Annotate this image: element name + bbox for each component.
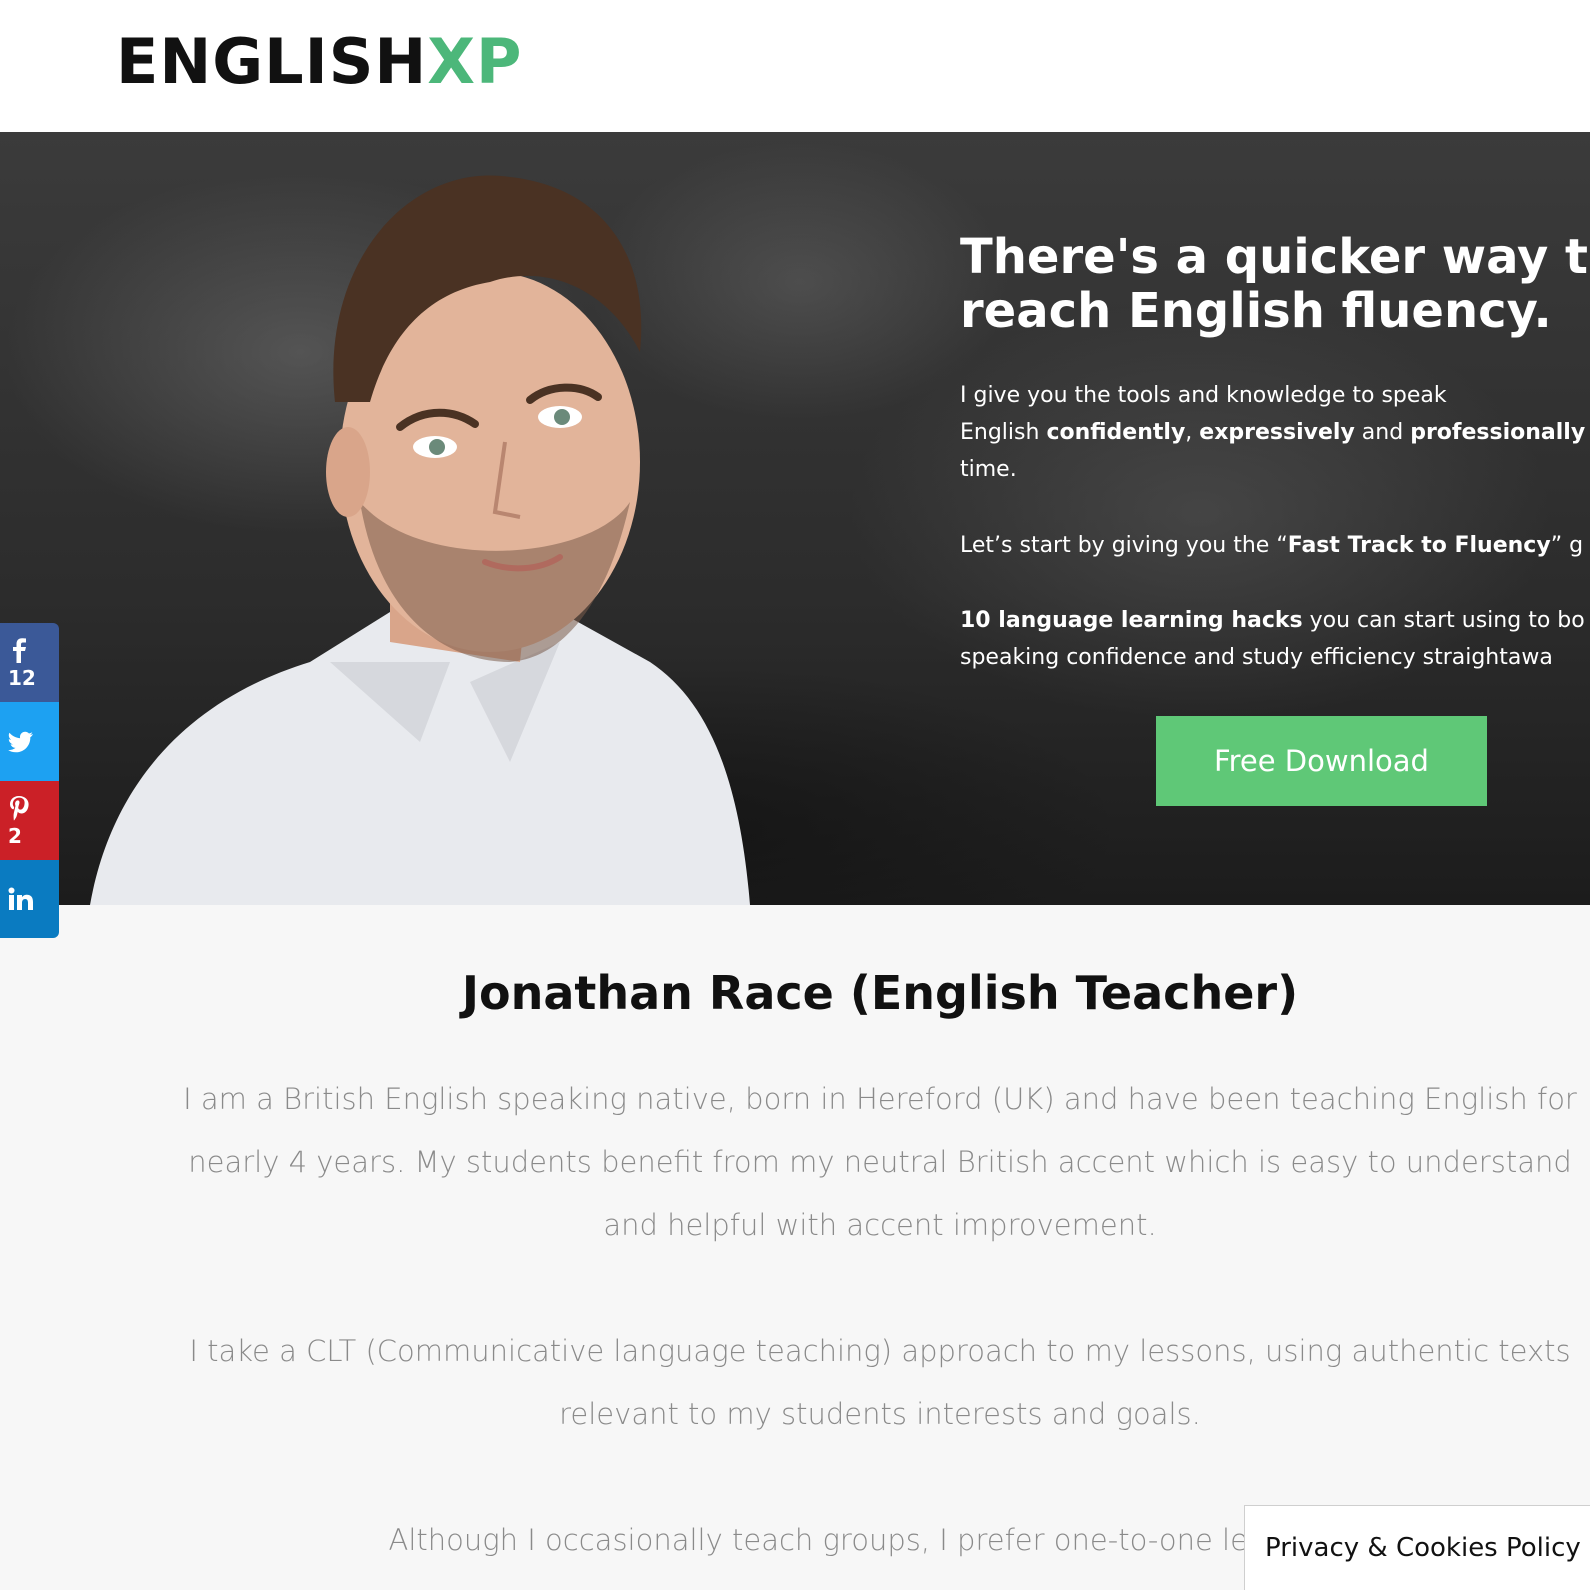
bio-paragraph-1: I am a British English speaking native, … <box>183 1082 1577 1242</box>
logo-text-accent: XP <box>427 25 523 98</box>
facebook-share-button[interactable]: 12 <box>0 623 59 702</box>
emphasis-hacks: 10 language learning hacks <box>960 608 1303 633</box>
emphasis-professionally: professionally <box>1410 420 1586 445</box>
text-segment: ” g <box>1550 533 1584 558</box>
social-share-bar: 12 2 <box>0 623 59 938</box>
hero-intro-line1: I give you the tools and knowledge to sp… <box>960 383 1447 408</box>
text-segment: you can start using to bo <box>1302 608 1585 633</box>
text-segment: , <box>1185 420 1200 445</box>
facebook-share-count: 12 <box>8 665 36 690</box>
twitter-share-button[interactable] <box>0 702 59 781</box>
text-segment: English <box>960 420 1047 445</box>
emphasis-confidently: confidently <box>1046 420 1186 445</box>
privacy-cookies-policy-button[interactable]: Privacy & Cookies Policy <box>1244 1505 1590 1590</box>
hero-headline-line2: reach English fluency. <box>960 283 1552 339</box>
hero-offer-paragraph: Let’s start by giving you the “Fast Trac… <box>960 527 1590 564</box>
text-segment: Let’s start by giving you the “ <box>960 533 1288 558</box>
teacher-portrait <box>90 175 750 905</box>
site-logo[interactable]: ENGLISHXP <box>116 22 523 102</box>
logo-text-main: ENGLISH <box>116 25 428 98</box>
hero-hacks-line1: 10 language learning hacks you can start… <box>960 602 1590 639</box>
hero-intro-line2: English confidently, expressively and pr… <box>960 414 1590 451</box>
facebook-icon <box>13 637 26 663</box>
linkedin-share-button[interactable] <box>0 860 59 938</box>
site-header: ENGLISHXP <box>0 0 1590 132</box>
page: ENGLISHXP There's a quicker way to reach… <box>0 0 1590 1590</box>
hero-hacks-line2: speaking confidence and study efficiency… <box>960 645 1553 670</box>
emphasis-guide-name: Fast Track to Fluency <box>1287 533 1551 558</box>
twitter-icon <box>8 731 33 752</box>
bio-paragraph-2: I take a CLT (Communicative language tea… <box>189 1334 1571 1431</box>
hero-banner: There's a quicker way to reach English f… <box>0 132 1590 905</box>
text-segment: and <box>1354 420 1411 445</box>
pinterest-share-count: 2 <box>8 823 22 848</box>
pinterest-icon <box>10 795 29 820</box>
free-download-button[interactable]: Free Download <box>1156 716 1487 806</box>
teacher-name-heading: Jonathan Race (English Teacher) <box>461 966 1299 1020</box>
hero-hacks-paragraph: 10 language learning hacks you can start… <box>960 602 1590 676</box>
linkedin-icon <box>8 887 33 910</box>
pinterest-share-button[interactable]: 2 <box>0 781 59 860</box>
hero-headline: There's a quicker way to reach English f… <box>960 230 1590 338</box>
emphasis-expressively: expressively <box>1199 420 1355 445</box>
hero-intro-line3: time. <box>960 457 1017 482</box>
hero-headline-line1: There's a quicker way to <box>960 229 1590 285</box>
hero-intro-paragraph: I give you the tools and knowledge to sp… <box>960 377 1590 488</box>
